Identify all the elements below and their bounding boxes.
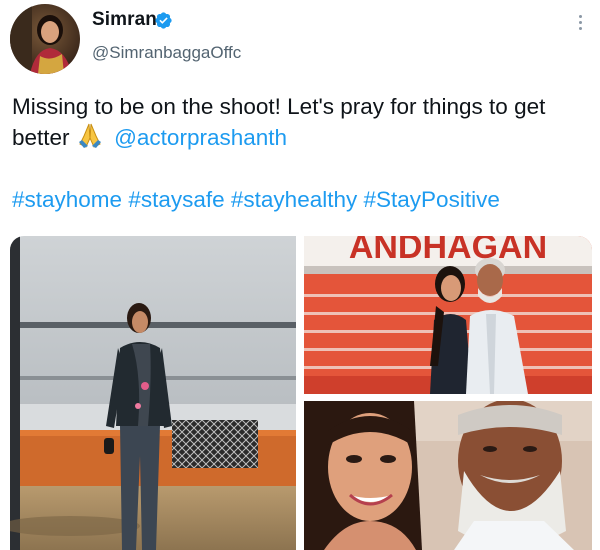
photo-two-people-banner[interactable]: ANDHAGAN xyxy=(304,236,592,394)
photo-woman-by-caravan[interactable] xyxy=(10,236,296,550)
verified-badge-icon xyxy=(155,12,172,29)
folded-hands-icon xyxy=(76,122,104,156)
hashtag-link[interactable]: #staysafe xyxy=(128,187,224,212)
hashtag-link[interactable]: #stayhealthy xyxy=(231,187,357,212)
avatar[interactable] xyxy=(10,4,80,74)
hashtag-link[interactable]: #stayhome xyxy=(12,187,122,212)
media-grid: ANDHAGAN xyxy=(10,236,592,550)
hashtag-list: #stayhome #staysafe #stayhealthy #StayPo… xyxy=(12,184,500,215)
tweet-text: Missing to be on the shoot! Let's pray f… xyxy=(12,91,592,156)
user-handle[interactable]: @SimranbaggaOffc xyxy=(92,43,241,63)
more-options-icon[interactable] xyxy=(570,10,590,34)
display-name[interactable]: Simran xyxy=(92,9,157,31)
photo-selfie[interactable] xyxy=(304,401,592,550)
banner-title: ANDHAGAN xyxy=(349,236,547,266)
hashtag-link[interactable]: #StayPositive xyxy=(364,187,500,212)
mention-link[interactable]: @actorprashanth xyxy=(114,125,287,150)
